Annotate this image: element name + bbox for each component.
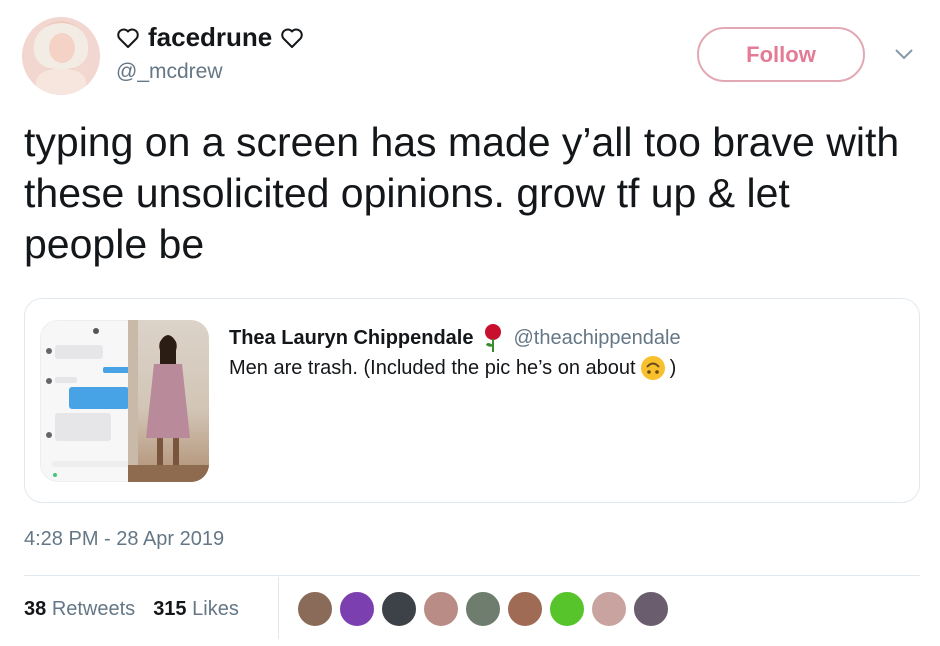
likes-count: 315 <box>153 598 187 620</box>
avatar-face <box>49 33 75 63</box>
upside-down-face-emoji-icon <box>640 356 665 380</box>
woman-in-dress-graphic <box>128 320 209 482</box>
quoted-tweet-text: Men are trash. (Included the pic he’s on… <box>229 355 676 381</box>
quoted-photo-image[interactable] <box>128 320 209 482</box>
author-handle[interactable]: @_mcdrew <box>116 60 223 84</box>
author-display-name[interactable]: facedrune <box>116 22 304 53</box>
retweets-stat[interactable]: 38 Retweets <box>24 598 135 621</box>
quoted-tweet-card[interactable]: Thea Lauryn Chippendale @theachippendale… <box>24 298 920 503</box>
liker-avatar[interactable] <box>380 590 418 628</box>
quoted-author[interactable]: Thea Lauryn Chippendale @theachippendale <box>229 323 681 353</box>
avatar-body <box>36 69 86 95</box>
likes-label: Likes <box>192 598 239 620</box>
author-avatar[interactable] <box>22 17 100 95</box>
chevron-down-icon[interactable] <box>893 46 915 62</box>
follow-button[interactable]: Follow <box>697 27 865 82</box>
liker-avatar[interactable] <box>464 590 502 628</box>
quoted-text-body: Men are trash. (Included the pic he’s on… <box>229 356 636 379</box>
likes-stat[interactable]: 315 Likes <box>153 598 239 621</box>
retweets-label: Retweets <box>51 598 136 620</box>
quoted-text-end: ) <box>669 356 677 379</box>
tweet-text: typing on a screen has made y’all too br… <box>24 119 900 267</box>
liker-avatar[interactable] <box>632 590 670 628</box>
liker-avatar[interactable] <box>338 590 376 628</box>
stats-divider <box>24 575 920 576</box>
tweet-timestamp[interactable]: 4:28 PM - 28 Apr 2019 <box>24 528 224 551</box>
heart-outline-icon <box>281 28 304 48</box>
liker-avatar[interactable] <box>590 590 628 628</box>
liker-avatar[interactable] <box>296 590 334 628</box>
rose-emoji-icon <box>485 324 502 352</box>
quoted-display-name[interactable]: Thea Lauryn Chippendale <box>229 327 473 350</box>
liker-avatar[interactable] <box>422 590 460 628</box>
liker-avatar[interactable] <box>548 590 586 628</box>
stats-vertical-divider <box>278 577 279 639</box>
tweet-stats: 38 Retweets 315 Likes <box>24 598 239 621</box>
heart-outline-icon <box>117 28 139 48</box>
quoted-handle[interactable]: @theachippendale <box>513 327 680 350</box>
liker-avatar[interactable] <box>506 590 544 628</box>
retweets-count: 38 <box>24 598 47 620</box>
author-name-text: facedrune <box>148 22 273 52</box>
